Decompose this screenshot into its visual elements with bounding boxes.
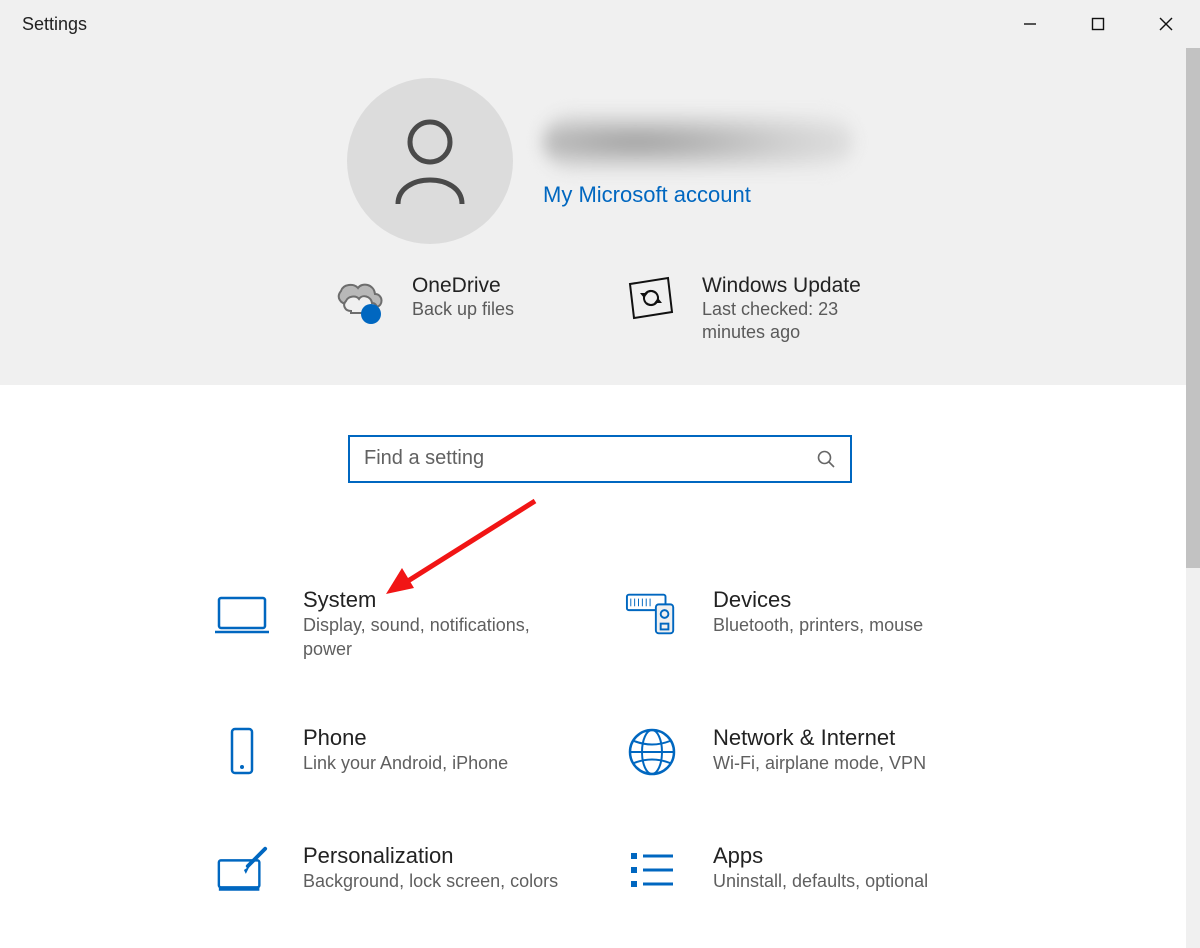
category-network-subtitle: Wi-Fi, airplane mode, VPN — [713, 751, 926, 775]
close-button[interactable] — [1132, 0, 1200, 48]
apps-icon — [625, 843, 679, 897]
main-area: System Display, sound, notifications, po… — [0, 385, 1200, 938]
onedrive-cloud-icon — [328, 274, 388, 324]
category-system[interactable]: System Display, sound, notifications, po… — [215, 587, 575, 662]
category-personalization-text: Personalization Background, lock screen,… — [303, 843, 558, 893]
search-icon — [816, 449, 836, 469]
scrollbar-thumb[interactable] — [1186, 48, 1200, 568]
minimize-icon — [1023, 17, 1037, 31]
categories-grid: System Display, sound, notifications, po… — [0, 587, 1200, 898]
windows-update-title: Windows Update — [702, 274, 872, 298]
phone-icon — [215, 725, 269, 779]
category-apps-title: Apps — [713, 843, 928, 869]
category-personalization[interactable]: Personalization Background, lock screen,… — [215, 843, 575, 897]
category-network-title: Network & Internet — [713, 725, 926, 751]
maximize-button[interactable] — [1064, 0, 1132, 48]
globe-icon — [625, 725, 679, 779]
category-phone-title: Phone — [303, 725, 508, 751]
category-system-subtitle: Display, sound, notifications, power — [303, 613, 563, 662]
window-controls — [996, 0, 1200, 48]
search-wrap — [0, 435, 1200, 483]
windows-update-icon — [624, 274, 678, 322]
category-phone[interactable]: Phone Link your Android, iPhone — [215, 725, 575, 779]
scrollbar[interactable] — [1186, 48, 1200, 948]
category-apps-text: Apps Uninstall, defaults, optional — [713, 843, 928, 893]
category-devices-text: Devices Bluetooth, printers, mouse — [713, 587, 923, 637]
user-info: My Microsoft account — [543, 114, 853, 208]
user-name-blurred — [543, 114, 853, 170]
category-devices[interactable]: Devices Bluetooth, printers, mouse — [625, 587, 985, 662]
window-title: Settings — [22, 14, 87, 35]
status-row: OneDrive Back up files Windows Update La… — [0, 274, 1200, 345]
category-devices-title: Devices — [713, 587, 923, 613]
header-area: My Microsoft account OneDrive Back up fi… — [0, 48, 1200, 385]
category-system-text: System Display, sound, notifications, po… — [303, 587, 563, 662]
maximize-icon — [1091, 17, 1105, 31]
category-personalization-title: Personalization — [303, 843, 558, 869]
category-devices-subtitle: Bluetooth, printers, mouse — [713, 613, 923, 637]
avatar[interactable] — [347, 78, 513, 244]
ms-account-link[interactable]: My Microsoft account — [543, 182, 853, 208]
category-apps-subtitle: Uninstall, defaults, optional — [713, 869, 928, 893]
system-icon — [215, 587, 269, 641]
onedrive-text: OneDrive Back up files — [412, 274, 514, 321]
category-personalization-subtitle: Background, lock screen, colors — [303, 869, 558, 893]
search-input[interactable] — [364, 447, 816, 470]
close-icon — [1159, 17, 1173, 31]
title-bar: Settings — [0, 0, 1200, 48]
windows-update-subtitle: Last checked: 23 minutes ago — [702, 298, 872, 345]
user-block: My Microsoft account — [0, 78, 1200, 244]
onedrive-subtitle: Back up files — [412, 298, 514, 321]
person-icon — [390, 116, 470, 206]
category-phone-text: Phone Link your Android, iPhone — [303, 725, 508, 775]
onedrive-title: OneDrive — [412, 274, 514, 298]
personalization-icon — [215, 843, 269, 897]
windows-update-card[interactable]: Windows Update Last checked: 23 minutes … — [624, 274, 872, 345]
category-phone-subtitle: Link your Android, iPhone — [303, 751, 508, 775]
onedrive-card[interactable]: OneDrive Back up files — [328, 274, 514, 345]
category-network-text: Network & Internet Wi-Fi, airplane mode,… — [713, 725, 926, 775]
category-network[interactable]: Network & Internet Wi-Fi, airplane mode,… — [625, 725, 985, 779]
category-system-title: System — [303, 587, 563, 613]
category-apps[interactable]: Apps Uninstall, defaults, optional — [625, 843, 985, 897]
search-box[interactable] — [348, 435, 852, 483]
minimize-button[interactable] — [996, 0, 1064, 48]
devices-icon — [625, 587, 679, 641]
windows-update-text: Windows Update Last checked: 23 minutes … — [702, 274, 872, 345]
